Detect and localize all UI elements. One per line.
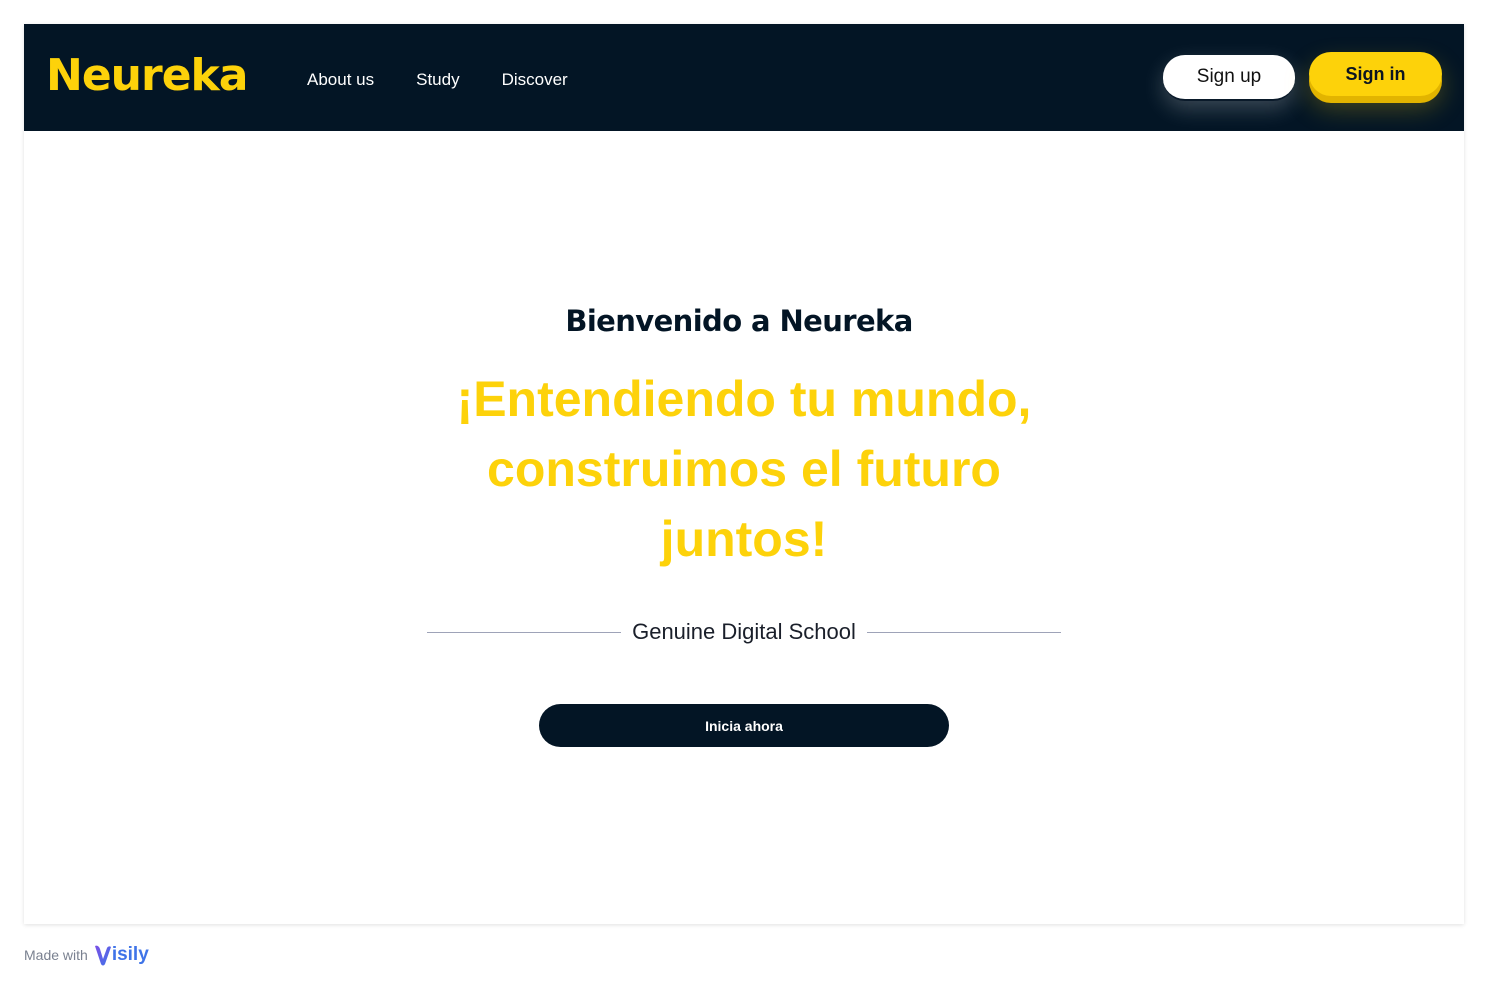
tagline-divider-right bbox=[866, 631, 1061, 633]
nav-link-study[interactable]: Study bbox=[416, 68, 459, 92]
hero-headline-line-1: ¡Entendiendo tu mundo, bbox=[456, 371, 1032, 427]
visily-v-icon bbox=[94, 945, 111, 966]
welcome-heading: Bienvenido a Neureka bbox=[565, 304, 913, 338]
hero-headline-line-3: juntos! bbox=[660, 511, 828, 567]
tagline-divider-left bbox=[427, 631, 622, 633]
made-with-label: Made with bbox=[24, 947, 88, 963]
top-navbar: Neureka About us Study Discover Sign up … bbox=[24, 24, 1464, 131]
hero-headline-line-2: construimos el futuro bbox=[487, 441, 1001, 497]
made-with-visily-badge[interactable]: Made with isily bbox=[24, 940, 149, 970]
nav-link-about-us[interactable]: About us bbox=[307, 68, 374, 92]
brand-logo[interactable]: Neureka bbox=[46, 48, 248, 104]
page-frame: Neureka About us Study Discover Sign up … bbox=[24, 24, 1464, 924]
tagline-row: Genuine Digital School bbox=[427, 618, 1061, 646]
visily-logo: isily bbox=[93, 943, 149, 967]
nav-link-discover[interactable]: Discover bbox=[502, 68, 568, 92]
sign-in-button[interactable]: Sign in bbox=[1309, 52, 1442, 96]
nav-links: About us Study Discover bbox=[307, 68, 568, 92]
hero-headline: ¡Entendiendo tu mundo, construimos el fu… bbox=[434, 364, 1054, 574]
sign-up-button[interactable]: Sign up bbox=[1163, 55, 1295, 101]
tagline-text: Genuine Digital School bbox=[632, 619, 856, 644]
visily-wordmark: isily bbox=[111, 944, 149, 965]
start-now-button[interactable]: Inicia ahora bbox=[539, 704, 949, 747]
